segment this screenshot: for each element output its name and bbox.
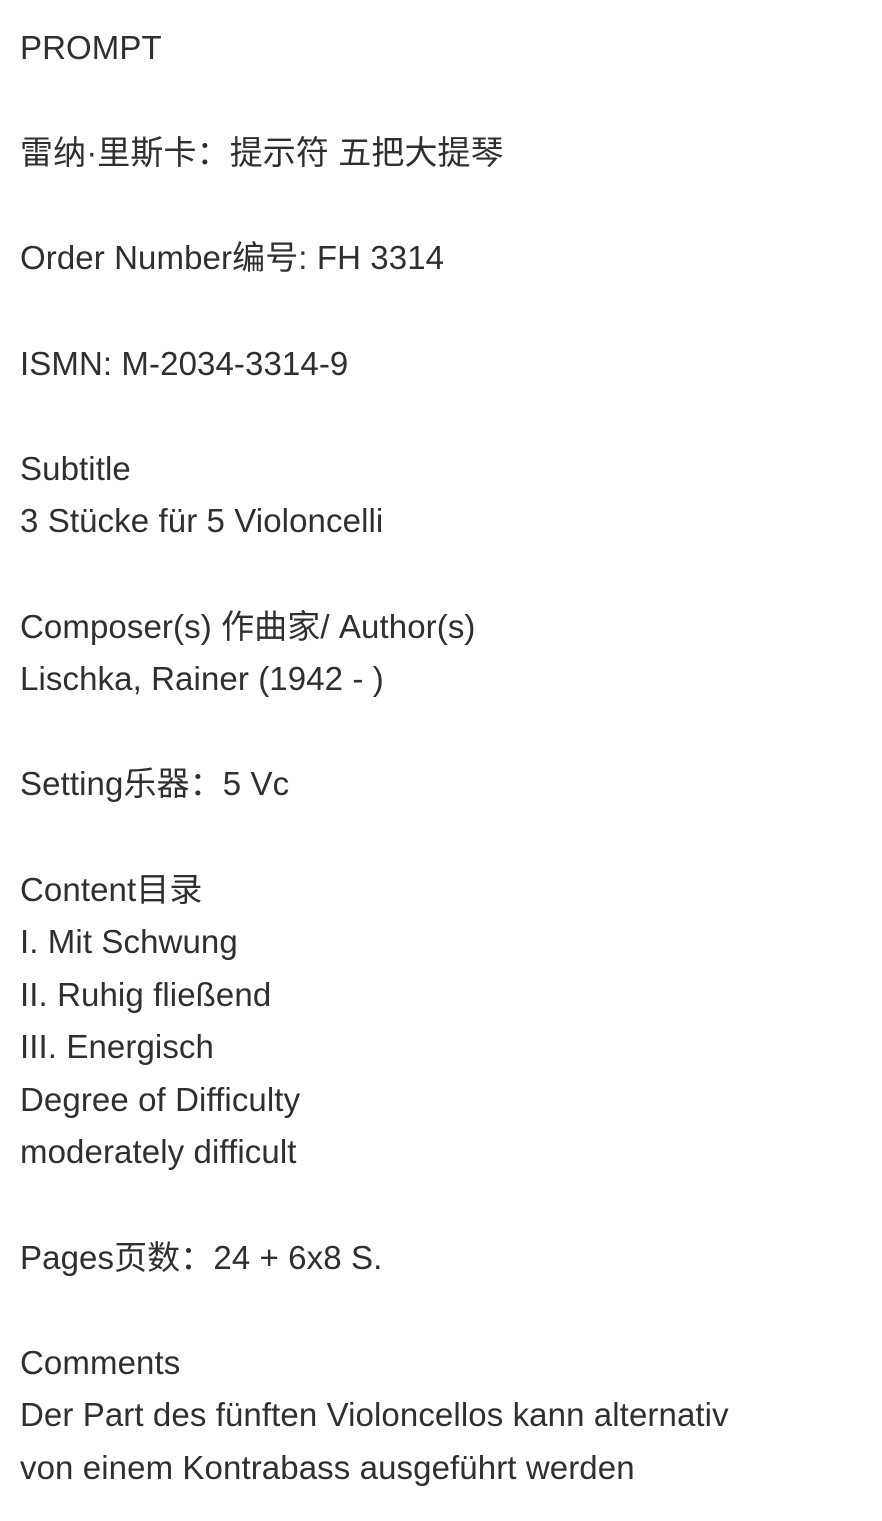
- order-number: Order Number编号: FH 3314: [20, 239, 445, 277]
- heading: PROMPT: [20, 29, 162, 66]
- content-item: II. Ruhig fließend: [20, 975, 272, 1013]
- title-zh: 雷纳·里斯卡：提示符 五把大提琴: [20, 134, 504, 172]
- pages: Pages页数：24 + 6x8 S.: [20, 1238, 383, 1276]
- composer-value: Lischka, Rainer (1942 - ): [20, 660, 384, 698]
- composer-label: Composer(s) 作曲家/ Author(s): [20, 607, 476, 645]
- comments-line: von einem Kontrabass ausgeführt werden: [20, 1449, 635, 1487]
- difficulty-label: Degree of Difficulty: [20, 1080, 301, 1118]
- comments-label: Comments: [20, 1343, 181, 1381]
- content-item: III. Energisch: [20, 1028, 214, 1066]
- subtitle-label: Subtitle: [20, 449, 131, 487]
- document-body: PROMPT 雷纳·里斯卡：提示符 五把大提琴 Order Number编号: …: [20, 22, 870, 1495]
- setting: Setting乐器：5 Vc: [20, 765, 290, 803]
- content-item: I. Mit Schwung: [20, 923, 238, 961]
- comments-line: Der Part des fünften Violoncellos kann a…: [20, 1396, 729, 1434]
- ismn: ISMN: M-2034-3314-9: [20, 344, 349, 382]
- difficulty-value: moderately difficult: [20, 1133, 297, 1171]
- subtitle-value: 3 Stücke für 5 Violoncelli: [20, 502, 384, 540]
- content-label: Content目录: [20, 870, 203, 908]
